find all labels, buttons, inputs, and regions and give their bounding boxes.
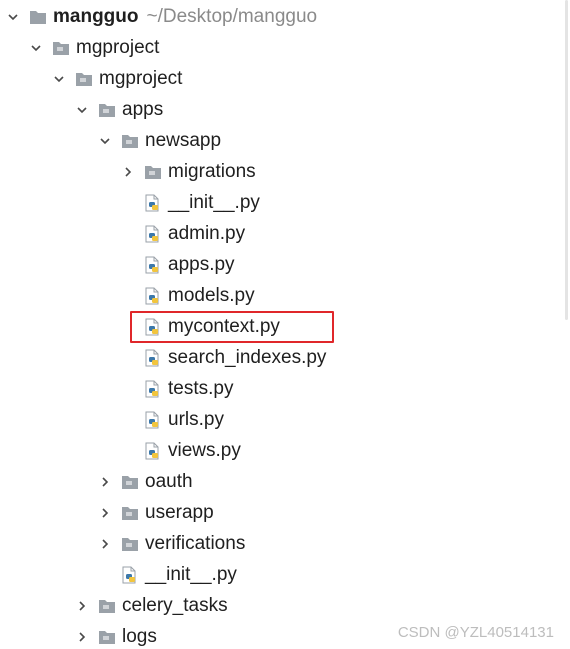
folder-icon: [98, 628, 116, 646]
watermark: CSDN @YZL40514131: [397, 624, 554, 641]
item-label: models.py: [168, 285, 255, 306]
item-label: urls.py: [168, 409, 224, 430]
file-item-apps-py[interactable]: apps.py: [121, 249, 570, 280]
item-label: newsapp: [145, 130, 222, 151]
file-item-admin-py[interactable]: admin.py: [121, 218, 570, 249]
folder-icon: [52, 39, 70, 57]
folder-icon: [121, 132, 139, 150]
item-label: __init__.py: [145, 564, 237, 585]
file-item-views-py[interactable]: views.py: [121, 435, 570, 466]
folder-item-verifications[interactable]: verifications: [98, 528, 570, 559]
folder-icon: [121, 504, 139, 522]
chevron-down-icon[interactable]: [6, 10, 20, 24]
python-file-icon: [144, 411, 162, 429]
folder-item-celery-tasks[interactable]: celery_tasks: [75, 590, 570, 621]
python-file-icon: [144, 318, 162, 336]
chevron-down-icon[interactable]: [29, 41, 43, 55]
root-path: ~/Desktop/mangguo: [146, 6, 318, 27]
root-label: mangguo: [53, 6, 139, 27]
python-file-icon: [144, 349, 162, 367]
item-label: celery_tasks: [122, 595, 228, 616]
item-label: oauth: [145, 471, 193, 492]
item-label: userapp: [145, 502, 214, 523]
item-label: apps.py: [168, 254, 235, 275]
item-label: mycontext.py: [168, 316, 280, 337]
folder-item-oauth[interactable]: oauth: [98, 466, 570, 497]
item-label: search_indexes.py: [168, 347, 327, 368]
folder-icon: [98, 597, 116, 615]
file-item-init-py[interactable]: __init__.py: [121, 187, 570, 218]
folder-icon: [29, 8, 47, 26]
python-file-icon: [144, 287, 162, 305]
folder-item-newsapp[interactable]: newsapp: [98, 125, 570, 156]
folder-icon: [144, 163, 162, 181]
folder-item-userapp[interactable]: userapp: [98, 497, 570, 528]
chevron-right-icon[interactable]: [75, 599, 89, 613]
item-label: logs: [122, 626, 157, 647]
folder-item-mgproject[interactable]: mgproject: [52, 63, 570, 94]
item-label: verifications: [145, 533, 246, 554]
chevron-right-icon[interactable]: [98, 537, 112, 551]
python-file-icon: [144, 380, 162, 398]
python-file-icon: [121, 566, 139, 584]
item-label: views.py: [168, 440, 241, 461]
chevron-down-icon[interactable]: [52, 72, 66, 86]
chevron-right-icon[interactable]: [75, 630, 89, 644]
python-file-icon: [144, 194, 162, 212]
chevron-right-icon[interactable]: [121, 165, 135, 179]
folder-item-migrations[interactable]: migrations: [121, 156, 570, 187]
item-label: mgproject: [99, 68, 183, 89]
tree-root[interactable]: mangguo ~/Desktop/mangguo: [6, 1, 566, 32]
chevron-right-icon[interactable]: [98, 475, 112, 489]
file-item-mycontext-py[interactable]: mycontext.py: [121, 311, 570, 342]
item-label: tests.py: [168, 378, 234, 399]
item-label: mgproject: [76, 37, 160, 58]
file-item-init-py[interactable]: __init__.py: [98, 559, 570, 590]
folder-icon: [121, 535, 139, 553]
python-file-icon: [144, 442, 162, 460]
file-item-search-indexes-py[interactable]: search_indexes.py: [121, 342, 570, 373]
python-file-icon: [144, 256, 162, 274]
folder-icon: [75, 70, 93, 88]
chevron-down-icon[interactable]: [98, 134, 112, 148]
file-item-tests-py[interactable]: tests.py: [121, 373, 570, 404]
item-label: __init__.py: [168, 192, 260, 213]
folder-item-apps[interactable]: apps: [75, 94, 570, 125]
file-item-urls-py[interactable]: urls.py: [121, 404, 570, 435]
chevron-down-icon[interactable]: [75, 103, 89, 117]
folder-icon: [121, 473, 139, 491]
folder-item-mgproject[interactable]: mgproject: [29, 32, 570, 63]
item-label: apps: [122, 99, 164, 120]
chevron-right-icon[interactable]: [98, 506, 112, 520]
file-item-models-py[interactable]: models.py: [121, 280, 570, 311]
python-file-icon: [144, 225, 162, 243]
scrollbar[interactable]: [565, 0, 568, 320]
item-label: migrations: [168, 161, 256, 182]
folder-icon: [98, 101, 116, 119]
item-label: admin.py: [168, 223, 246, 244]
project-tree: mangguo ~/Desktop/mangguo mgproject mgpro…: [0, 0, 570, 649]
